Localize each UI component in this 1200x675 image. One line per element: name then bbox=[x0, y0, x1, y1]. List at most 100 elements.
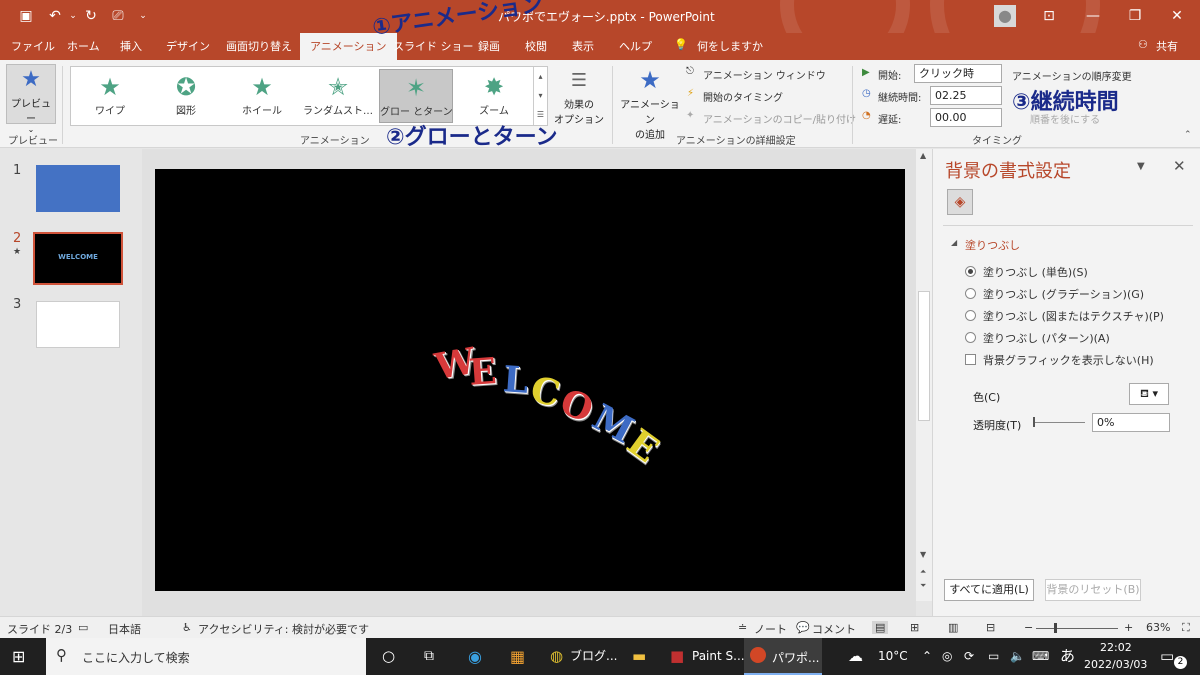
notes-button[interactable]: ノート bbox=[754, 621, 787, 637]
tab-review[interactable]: 校閲 bbox=[525, 38, 547, 54]
slide-sorter-icon[interactable]: ⊞ bbox=[910, 621, 919, 634]
section-collapse-icon[interactable]: ◢ bbox=[951, 238, 957, 247]
keyboard-icon[interactable]: ⌨ bbox=[1032, 638, 1049, 675]
fill-picture-label[interactable]: 塗りつぶし (図またはテクスチャ)(P) bbox=[983, 308, 1164, 324]
folder-icon[interactable]: ▬ bbox=[632, 638, 646, 675]
tab-design[interactable]: デザイン bbox=[166, 38, 210, 54]
edge-icon[interactable]: ◉ bbox=[468, 638, 482, 675]
zoom-out-icon[interactable]: − bbox=[1024, 621, 1033, 634]
gallery-item-shape[interactable]: ✪ 図形 bbox=[149, 69, 223, 123]
gallery-item-zoom[interactable]: ✸ ズーム bbox=[457, 69, 531, 123]
hide-graphics-label[interactable]: 背景グラフィックを表示しない(H) bbox=[983, 352, 1154, 368]
gallery-item-wheel[interactable]: ★ ホイール bbox=[225, 69, 299, 123]
chrome-icon[interactable]: ◍ bbox=[550, 638, 563, 675]
preview-button[interactable]: ★ プレビュー ⌄ bbox=[6, 64, 56, 134]
taskbar-app-powerpoint-active[interactable]: パワポ... bbox=[744, 638, 822, 675]
fill-solid-label[interactable]: 塗りつぶし (単色)(S) bbox=[983, 264, 1088, 280]
tab-slideshow[interactable]: スライド ショー bbox=[393, 38, 474, 54]
customize-qat-icon[interactable]: ⌄ bbox=[132, 6, 154, 26]
fill-picture-radio[interactable] bbox=[965, 310, 976, 321]
apply-all-button[interactable]: すべてに適用(L) bbox=[944, 579, 1034, 601]
scroll-thumb[interactable] bbox=[918, 291, 930, 421]
zoom-in-icon[interactable]: + bbox=[1124, 621, 1133, 634]
reset-background-button[interactable]: 背景のリセット(B) bbox=[1045, 579, 1141, 601]
avatar[interactable]: ● bbox=[994, 5, 1016, 27]
hide-graphics-checkbox[interactable] bbox=[965, 354, 976, 365]
gallery-scroll[interactable]: ▴ ▾ ☰ bbox=[533, 67, 547, 125]
language-indicator[interactable]: 日本語 bbox=[108, 621, 141, 637]
animation-painter-button[interactable]: アニメーションのコピー/貼り付け bbox=[703, 111, 856, 126]
task-view-icon[interactable]: ⧉ bbox=[424, 638, 434, 675]
clock-time[interactable]: 22:02 bbox=[1100, 641, 1132, 654]
welcome-wordart[interactable]: WELCOME bbox=[432, 337, 675, 471]
tray-network-icon[interactable]: ◎ bbox=[942, 638, 952, 675]
gallery-item-wipe[interactable]: ★ ワイプ bbox=[73, 69, 147, 123]
reading-view-icon[interactable]: ▥ bbox=[948, 621, 958, 634]
zoom-slider[interactable] bbox=[1036, 623, 1118, 633]
tab-insert[interactable]: 挿入 bbox=[120, 38, 142, 54]
share-button[interactable]: 共有 bbox=[1156, 38, 1178, 54]
color-picker-button[interactable]: ⛾ ▾ bbox=[1129, 383, 1169, 405]
transparency-slider[interactable] bbox=[1033, 417, 1085, 427]
paintshop-icon[interactable]: ■ bbox=[670, 638, 684, 675]
add-animation-button[interactable]: ★ アニメーション の追加 bbox=[618, 64, 682, 141]
taskbar-app-chrome[interactable]: ブログ... bbox=[570, 638, 617, 675]
fill-tab-icon[interactable]: ◈ bbox=[947, 189, 973, 215]
vertical-scrollbar[interactable]: ▲ ▼ ⏶ ⏷ bbox=[916, 149, 932, 601]
slide-thumb-3[interactable] bbox=[36, 301, 120, 348]
next-slide-icon[interactable]: ⏷ bbox=[920, 581, 926, 591]
slide-thumb-2[interactable]: WELCOME bbox=[33, 232, 123, 285]
tab-transitions[interactable]: 画面切り替え bbox=[226, 38, 292, 54]
tab-home[interactable]: ホーム bbox=[67, 38, 100, 54]
tab-help[interactable]: ヘルプ bbox=[619, 38, 652, 54]
gallery-item-grow-turn[interactable]: ✶ グロー とターン bbox=[379, 69, 453, 123]
collapse-ribbon-icon[interactable]: ⌃ bbox=[1184, 130, 1192, 140]
cortana-icon[interactable]: ○ bbox=[382, 638, 395, 675]
fill-solid-radio[interactable] bbox=[965, 266, 976, 277]
delay-input[interactable]: 00.00 bbox=[930, 108, 1002, 127]
store-icon[interactable]: ▦ bbox=[510, 638, 525, 675]
zoom-level[interactable]: 63% bbox=[1146, 621, 1170, 634]
fill-gradient-radio[interactable] bbox=[965, 288, 976, 299]
duration-input[interactable]: 02.25 bbox=[930, 86, 1002, 105]
tell-me-search[interactable]: 何をしますか bbox=[697, 38, 763, 54]
tray-chevron-icon[interactable]: ⌃ bbox=[922, 638, 932, 675]
start-select[interactable]: クリック時 bbox=[914, 64, 1002, 83]
tab-view[interactable]: 表示 bbox=[572, 38, 594, 54]
tray-sync-icon[interactable]: ⟳ bbox=[964, 638, 974, 675]
slide-thumb-1[interactable] bbox=[36, 165, 120, 212]
trigger-button[interactable]: 開始のタイミング bbox=[703, 89, 783, 104]
fill-gradient-label[interactable]: 塗りつぶし (グラデーション)(G) bbox=[983, 286, 1144, 302]
slider-handle[interactable] bbox=[1033, 417, 1035, 427]
scroll-up-icon[interactable]: ▲ bbox=[920, 151, 926, 160]
fill-pattern-radio[interactable] bbox=[965, 332, 976, 343]
restore-icon[interactable]: ❐ bbox=[1120, 4, 1150, 28]
redo-icon[interactable]: ↻ bbox=[80, 6, 102, 26]
slideshow-view-icon[interactable]: ⊟ bbox=[986, 621, 995, 634]
close-icon[interactable]: ✕ bbox=[1162, 4, 1192, 28]
taskbar-app-paintshop[interactable]: Paint S... bbox=[692, 638, 745, 675]
chevron-down-icon[interactable]: ▼ bbox=[1137, 161, 1145, 172]
animation-pane-button[interactable]: アニメーション ウィンドウ bbox=[703, 67, 826, 82]
present-icon[interactable]: ⎚ bbox=[107, 6, 129, 26]
ribbon-display-icon[interactable]: ⊡ bbox=[1034, 4, 1064, 28]
minimize-icon[interactable]: — bbox=[1078, 4, 1108, 28]
ime-indicator[interactable]: あ bbox=[1060, 638, 1075, 675]
clock-date[interactable]: 2022/03/03 bbox=[1084, 658, 1147, 671]
slide-canvas[interactable]: WELCOME bbox=[155, 169, 905, 591]
tab-file[interactable]: ファイル bbox=[11, 38, 55, 54]
taskbar-search[interactable]: ⚲ ここに入力して検索 bbox=[46, 638, 366, 675]
fit-slide-icon[interactable]: ⛶ bbox=[1182, 621, 1190, 635]
prev-slide-icon[interactable]: ⏶ bbox=[920, 567, 926, 577]
weather-icon[interactable]: ☁ bbox=[848, 638, 863, 675]
windows-start-icon[interactable]: ⊞ bbox=[12, 638, 25, 675]
notification-icon[interactable]: ▭ bbox=[1160, 638, 1174, 675]
effect-options-button[interactable]: ☰ 効果の オプション bbox=[552, 66, 606, 128]
normal-view-icon[interactable]: ▤ bbox=[872, 621, 889, 634]
zoom-handle[interactable] bbox=[1054, 623, 1057, 633]
tab-record[interactable]: 録画 bbox=[478, 38, 500, 54]
weather-temp[interactable]: 10°C bbox=[878, 638, 908, 675]
fill-section-title[interactable]: 塗りつぶし bbox=[965, 237, 1020, 253]
spellcheck-icon[interactable]: ▭ bbox=[78, 621, 88, 634]
accessibility-status[interactable]: アクセシビリティ: 検討が必要です bbox=[198, 621, 369, 637]
